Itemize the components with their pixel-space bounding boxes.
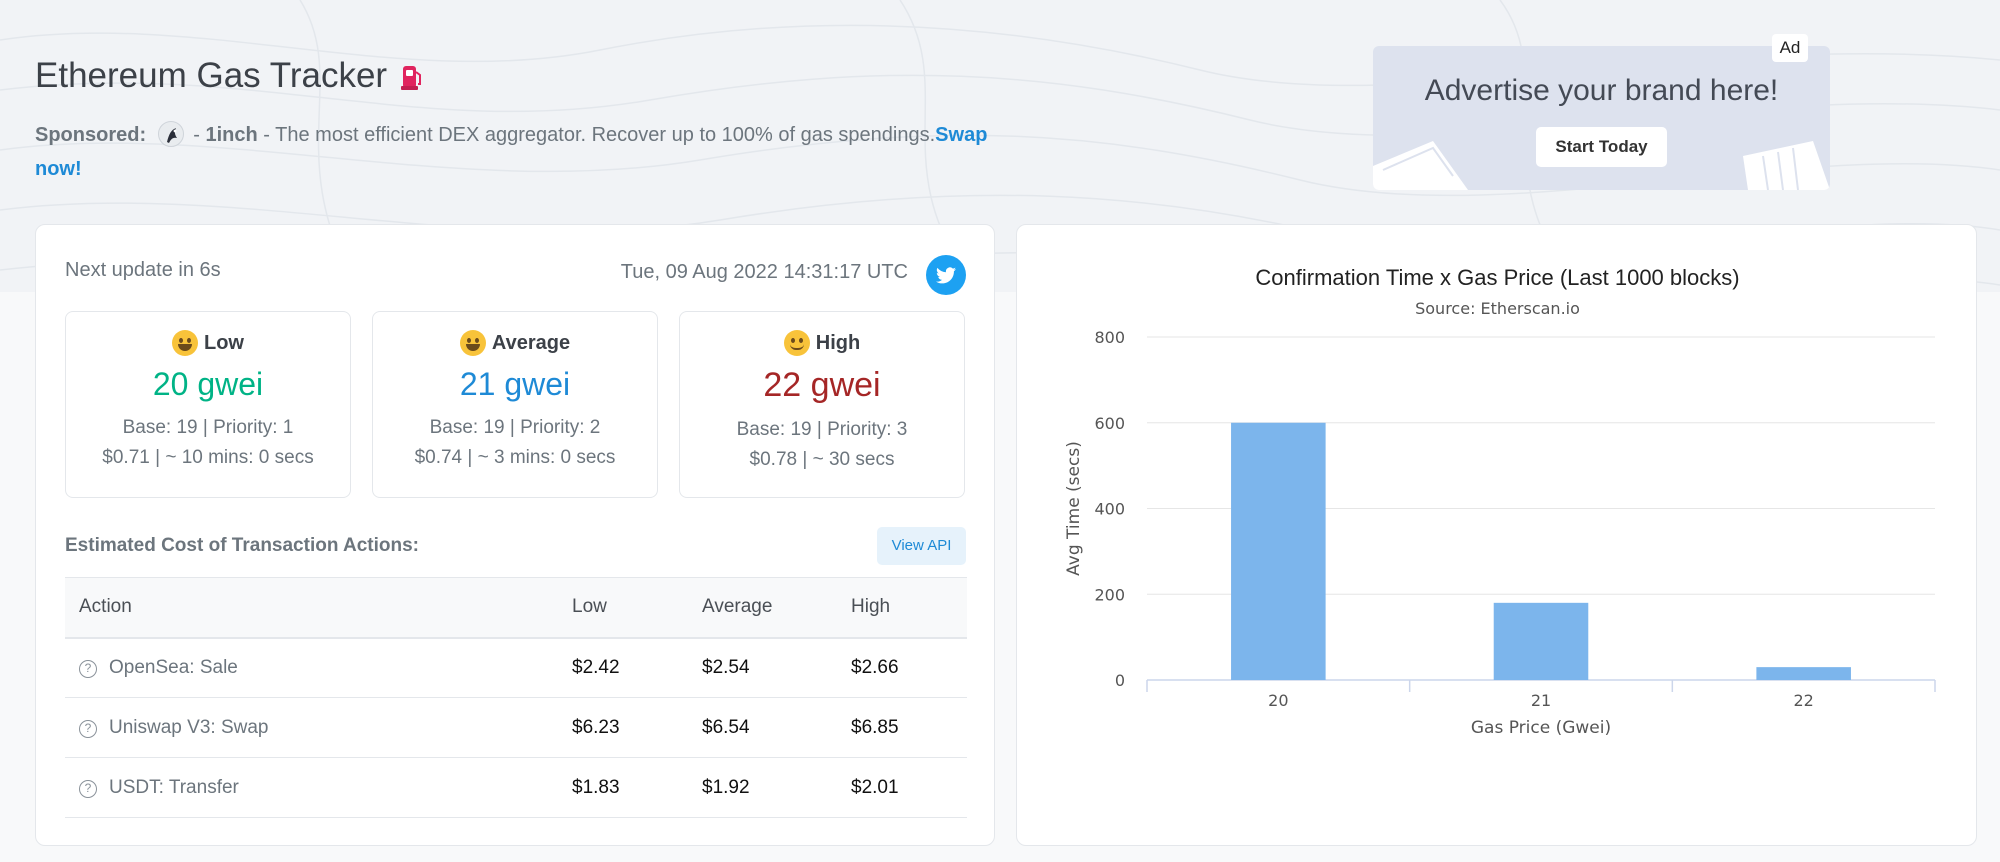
x-tick-label: 21 — [1531, 691, 1551, 710]
sponsored-label: Sponsored: — [35, 124, 147, 146]
question-icon[interactable]: ? — [79, 779, 97, 798]
column-header-low: Low — [558, 577, 688, 639]
column-header-action: Action — [65, 577, 558, 639]
start-today-button[interactable]: Start Today — [1536, 127, 1667, 167]
gas-tracker-card: Next update in 6s Tue, 09 Aug 2022 14:31… — [35, 224, 995, 846]
cost-high: $2.66 — [837, 637, 967, 698]
x-tick-label: 22 — [1793, 691, 1813, 710]
gas-low-cost: $0.71 | ~ 10 mins: 0 secs — [102, 447, 314, 468]
y-tick-label: 600 — [1094, 414, 1125, 433]
sponsor-text: - The most efficient DEX aggregator. Rec… — [263, 124, 936, 146]
gas-high-base: Base: 19 | Priority: 3 — [736, 419, 908, 440]
table-header-row: Action Low Average High — [65, 577, 967, 639]
gas-high-price: 22 gwei — [763, 366, 881, 404]
action-name: Uniswap V3: Swap — [109, 716, 269, 738]
y-tick-label: 400 — [1094, 500, 1125, 519]
ad-decoration — [1373, 141, 1830, 190]
bar-20 — [1231, 422, 1326, 680]
action-name: OpenSea: Sale — [109, 656, 238, 678]
cost-low: $6.23 — [558, 697, 688, 758]
gas-average-price: 21 gwei — [459, 366, 571, 402]
gas-low-box: Low 20 gwei Base: 19 | Priority: 1 $0.71… — [65, 311, 351, 498]
view-api-button[interactable]: View API — [877, 527, 966, 565]
table-row: ? USDT: Transfer $1.83 $1.92 $2.01 — [65, 757, 967, 818]
question-icon[interactable]: ? — [79, 719, 97, 738]
transaction-cost-table: Action Low Average High ? OpenSea: Sale $… — [65, 577, 967, 818]
gas-low-base: Base: 19 | Priority: 1 — [122, 417, 294, 438]
confirmation-chart-card: Confirmation Time x Gas Price (Last 1000… — [1016, 224, 1977, 846]
sponsor-dash: - — [193, 124, 200, 146]
cost-average: $6.54 — [688, 697, 837, 758]
cost-average: $2.54 — [688, 637, 837, 698]
cost-high: $2.01 — [837, 757, 967, 818]
y-tick-label: 0 — [1115, 671, 1125, 690]
sponsored-banner: Sponsored: - 1inch - The most efficient … — [35, 118, 995, 186]
table-row: ? Uniswap V3: Swap $6.23 $6.54 $6.85 — [65, 697, 967, 758]
bar-21 — [1493, 602, 1589, 680]
next-update-text: Next update in 6s — [65, 259, 221, 281]
table-row: ? OpenSea: Sale $2.42 $2.54 $2.66 — [65, 637, 967, 698]
gas-high-box: High 22 gwei Base: 19 | Priority: 3 $0.7… — [679, 311, 965, 498]
x-axis-label: Gas Price (Gwei) — [1471, 718, 1611, 738]
gas-average-box: Average 21 gwei Base: 19 | Priority: 2 $… — [372, 311, 658, 498]
timestamp: Tue, 09 Aug 2022 14:31:17 UTC — [620, 261, 908, 283]
gas-high-label: High — [815, 331, 861, 354]
y-axis-label: Avg Time (secs) — [1064, 441, 1084, 576]
page-title-text: Ethereum Gas Tracker — [35, 56, 388, 95]
gas-average-cost: $0.74 | ~ 3 mins: 0 secs — [414, 447, 616, 468]
column-header-high: High — [837, 577, 967, 639]
gas-low-label: Low — [204, 331, 244, 354]
advertisement-banner[interactable]: Advertise your brand here! Start Today — [1373, 46, 1830, 190]
twitter-share-button[interactable] — [926, 255, 966, 295]
cost-low: $1.83 — [558, 757, 688, 818]
action-name: USDT: Transfer — [109, 776, 239, 798]
grinning-emoji-icon — [172, 330, 198, 356]
twitter-icon — [936, 266, 956, 283]
gas-average-base: Base: 19 | Priority: 2 — [429, 417, 601, 438]
gas-average-label: Average — [491, 331, 571, 354]
estimated-cost-title: Estimated Cost of Transaction Actions: — [65, 535, 420, 556]
gas-low-price: 20 gwei — [152, 366, 264, 402]
page-title: Ethereum Gas Tracker — [35, 56, 423, 96]
cost-high: $6.85 — [837, 697, 967, 758]
cost-average: $1.92 — [688, 757, 837, 818]
y-tick-label: 200 — [1094, 585, 1125, 604]
x-tick-label: 20 — [1268, 691, 1288, 710]
bar-22 — [1756, 667, 1851, 680]
slight-smile-emoji-icon — [783, 330, 810, 356]
column-header-average: Average — [688, 577, 837, 639]
cost-low: $2.42 — [558, 637, 688, 698]
bar-chart: 0 200 400 600 800 20 21 22 Gas Price (Gwei) Avg T… — [1064, 328, 1936, 738]
gas-pump-icon — [401, 66, 422, 90]
smiley-emoji-icon — [459, 330, 486, 356]
question-icon[interactable]: ? — [79, 659, 97, 678]
1inch-logo-icon — [157, 121, 184, 147]
ad-tag: Ad — [1772, 34, 1808, 62]
y-tick-label: 800 — [1094, 328, 1125, 347]
sponsor-name: 1inch — [205, 124, 258, 146]
gas-high-cost: $0.78 | ~ 30 secs — [749, 449, 895, 470]
ad-headline: Advertise your brand here! — [1424, 74, 1779, 107]
